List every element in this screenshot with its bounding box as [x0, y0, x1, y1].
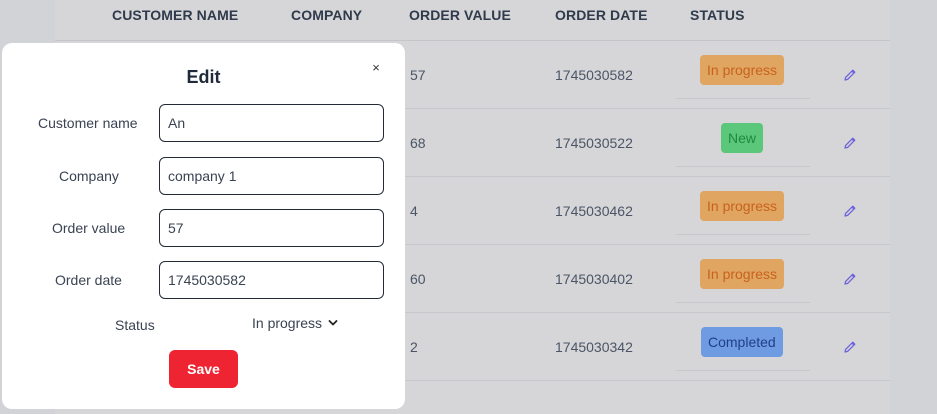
order-value-cell: 60 — [410, 271, 426, 287]
order-date-cell: 1745030462 — [555, 203, 633, 219]
table-header: CUSTOMER NAME COMPANY ORDER VALUE ORDER … — [55, 0, 890, 41]
save-button[interactable]: Save — [169, 350, 238, 388]
customer-name-input[interactable] — [159, 104, 384, 142]
order-date-cell: 1745030342 — [555, 339, 633, 355]
order-value-cell: 2 — [410, 339, 418, 355]
status-badge: In progress — [700, 55, 785, 85]
chevron-down-icon — [328, 320, 338, 326]
order-value-input[interactable] — [159, 209, 384, 247]
pencil-icon[interactable] — [842, 339, 858, 355]
status-divider — [676, 302, 810, 303]
order-value-cell: 57 — [410, 67, 426, 83]
status-badge: In progress — [700, 259, 785, 289]
status-select[interactable]: In progress — [252, 315, 338, 331]
header-customer-name: CUSTOMER NAME — [112, 7, 239, 23]
order-date-cell: 1745030402 — [555, 271, 633, 287]
modal-title: Edit — [186, 67, 221, 87]
pencil-icon[interactable] — [842, 135, 858, 151]
status-divider — [676, 98, 810, 99]
company-input[interactable] — [159, 157, 384, 195]
pencil-icon[interactable] — [842, 203, 858, 219]
order-date-cell: 1745030582 — [555, 67, 633, 83]
status-badge: Completed — [701, 327, 783, 357]
status-select-value: In progress — [252, 315, 323, 331]
order-value-label: Order value — [52, 220, 126, 236]
status-badge: New — [721, 123, 764, 153]
order-value-cell: 68 — [410, 135, 426, 151]
order-date-input[interactable] — [159, 261, 384, 299]
status-badge: In progress — [700, 191, 785, 221]
edit-modal: Edit × Customer name Company Order value… — [2, 43, 405, 409]
order-date-cell: 1745030522 — [555, 135, 633, 151]
status-divider — [676, 234, 810, 235]
customer-name-label: Customer name — [38, 115, 138, 131]
close-icon[interactable]: × — [369, 61, 383, 75]
order-value-cell: 4 — [410, 203, 418, 219]
order-date-label: Order date — [55, 272, 122, 288]
header-order-date: ORDER DATE — [555, 7, 648, 23]
pencil-icon[interactable] — [842, 67, 858, 83]
header-status: STATUS — [690, 7, 745, 23]
status-divider — [676, 370, 810, 371]
pencil-icon[interactable] — [842, 271, 858, 287]
header-order-value: ORDER VALUE — [409, 7, 511, 23]
status-divider — [676, 166, 810, 167]
company-label: Company — [59, 168, 119, 184]
header-company: COMPANY — [291, 7, 363, 23]
status-label: Status — [115, 317, 155, 333]
